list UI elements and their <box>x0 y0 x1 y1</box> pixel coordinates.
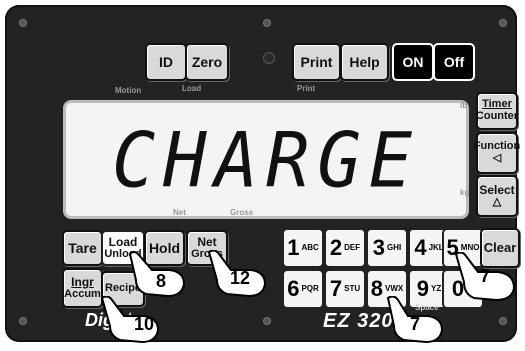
help-button[interactable]: Help <box>340 43 389 81</box>
print-button[interactable]: Print <box>292 43 341 81</box>
key-letters: DEF <box>344 243 361 252</box>
key-letters: GHI <box>387 243 402 252</box>
net-label: Net <box>197 234 217 249</box>
lb-label: lb <box>460 101 468 110</box>
screw <box>499 19 507 27</box>
display-text: CHARGE <box>111 115 421 204</box>
key-7[interactable]: 7 STU <box>324 269 366 309</box>
key-digit: 4 <box>414 235 427 260</box>
callout-10: 10 <box>134 314 155 334</box>
accum-label: Accum <box>64 287 101 300</box>
id-button[interactable]: ID <box>145 43 187 81</box>
up-arrow-icon: △ <box>492 195 502 208</box>
key-letters: VWX <box>385 284 404 293</box>
callout-7-top: 7 <box>480 266 491 286</box>
key-2[interactable]: 2 DEF <box>324 228 366 268</box>
left-arrow-icon: ◁ <box>492 152 502 164</box>
key-letters: YZ <box>431 284 442 293</box>
key-letters: STU <box>344 284 361 293</box>
key-digit: 3 <box>372 235 385 260</box>
select-button[interactable]: Select △ <box>476 175 518 217</box>
function-button[interactable]: Function ◁ <box>474 132 520 174</box>
select-label: Select <box>479 182 515 197</box>
gross-label: Gross <box>230 208 254 217</box>
ingr-accum-button[interactable]: Ingr Accum <box>62 268 103 308</box>
zero-button[interactable]: Zero <box>185 43 229 81</box>
screw <box>19 317 27 325</box>
print-label: Print <box>297 84 316 93</box>
callout-8: 8 <box>156 271 167 291</box>
screw <box>263 19 271 27</box>
screw <box>499 317 507 325</box>
indicator-led <box>263 52 275 64</box>
callout-7-bottom: 7 <box>410 314 421 334</box>
key-3[interactable]: 3 GHI <box>366 228 408 268</box>
key-letters: MNO <box>460 243 480 252</box>
key-letters: ABC <box>301 243 319 252</box>
load-label: Load <box>182 84 202 93</box>
screw <box>19 19 27 27</box>
callout-12: 12 <box>230 268 251 288</box>
kg-label: kg <box>460 188 470 197</box>
motion-label: Motion <box>115 86 142 95</box>
key-digit: 7 <box>329 276 343 301</box>
key-letters: PQR <box>301 284 319 293</box>
weight-display: CHARGE <box>63 100 469 219</box>
key-digit: 2 <box>329 235 343 260</box>
off-button[interactable]: Off <box>433 43 475 81</box>
tare-button[interactable]: Tare <box>62 230 103 266</box>
key-1[interactable]: 1 ABC <box>282 228 324 268</box>
net-label: Net <box>173 208 186 217</box>
load-label: Load <box>108 234 138 249</box>
hand-pointer-icon <box>100 296 160 344</box>
timer-counter-button[interactable]: Timer Counter <box>476 92 518 130</box>
key-6[interactable]: 6 PQR <box>282 269 324 309</box>
screw <box>263 317 271 325</box>
key-digit: 6 <box>287 276 300 301</box>
key-digit: 1 <box>287 235 300 260</box>
counter-label: Counter <box>475 110 519 122</box>
ingr-label: Ingr <box>71 274 94 289</box>
on-button[interactable]: ON <box>392 43 434 81</box>
